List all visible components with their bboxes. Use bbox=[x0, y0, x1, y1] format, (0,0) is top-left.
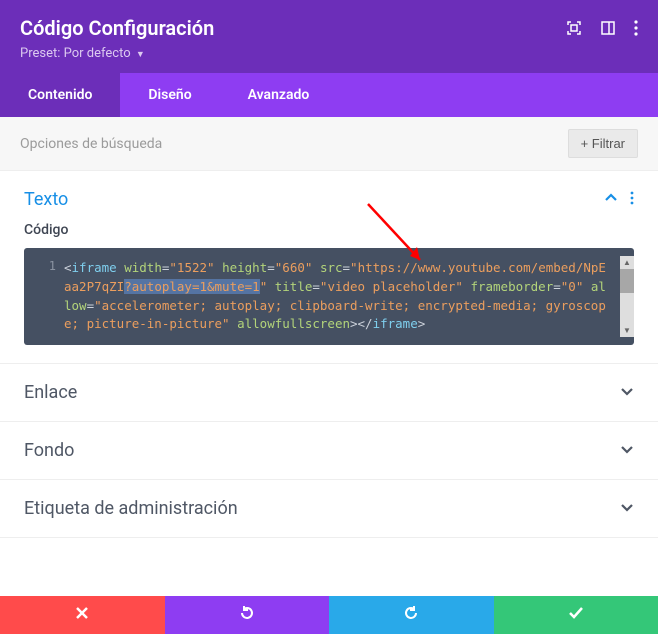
field-label-code: Código bbox=[24, 222, 634, 238]
preset-selector[interactable]: Preset: Por defecto ▼ bbox=[20, 46, 214, 61]
tabs: Contenido Diseño Avanzado bbox=[0, 73, 658, 117]
tab-content[interactable]: Contenido bbox=[0, 73, 120, 117]
header: Código Configuración Preset: Por defecto… bbox=[0, 0, 658, 73]
footer-actions bbox=[0, 596, 658, 634]
code-content[interactable]: <iframe width="1522" height="660" src="h… bbox=[56, 256, 620, 337]
check-icon bbox=[568, 605, 584, 625]
section-title-link[interactable]: Enlace bbox=[24, 382, 77, 403]
section-title-admin-label[interactable]: Etiqueta de administración bbox=[24, 498, 238, 519]
scroll-thumb[interactable] bbox=[620, 269, 634, 293]
redo-button[interactable] bbox=[329, 596, 494, 634]
search-input[interactable]: Opciones de búsqueda bbox=[20, 136, 162, 152]
section-title-text[interactable]: Texto bbox=[24, 189, 68, 210]
fullscreen-icon[interactable] bbox=[566, 20, 582, 36]
cancel-button[interactable] bbox=[0, 596, 165, 634]
plus-icon: + bbox=[581, 136, 589, 151]
section-background: Fondo bbox=[0, 422, 658, 480]
tab-advanced[interactable]: Avanzado bbox=[220, 73, 338, 117]
layout-icon[interactable] bbox=[600, 20, 616, 36]
panel-title: Código Configuración bbox=[20, 16, 214, 40]
kebab-menu-icon[interactable] bbox=[634, 20, 638, 36]
caret-down-icon: ▼ bbox=[136, 50, 145, 60]
section-admin-label: Etiqueta de administración bbox=[0, 480, 658, 538]
search-row: Opciones de búsqueda + Filtrar bbox=[0, 117, 658, 171]
scroll-up-icon[interactable]: ▲ bbox=[620, 256, 634, 269]
tab-design[interactable]: Diseño bbox=[120, 73, 219, 117]
chevron-down-icon[interactable] bbox=[620, 442, 634, 460]
scrollbar-vertical[interactable]: ▲ ▼ bbox=[620, 256, 634, 337]
redo-icon bbox=[403, 605, 419, 625]
section-link: Enlace bbox=[0, 364, 658, 422]
section-text: Texto Código 1 <iframe width="1522" heig… bbox=[0, 171, 658, 364]
close-icon bbox=[75, 606, 89, 624]
save-button[interactable] bbox=[494, 596, 658, 634]
chevron-down-icon[interactable] bbox=[620, 384, 634, 402]
chevron-up-icon[interactable] bbox=[604, 191, 618, 209]
undo-button[interactable] bbox=[165, 596, 330, 634]
section-menu-icon[interactable] bbox=[630, 190, 634, 209]
line-number: 1 bbox=[38, 256, 56, 337]
chevron-down-icon[interactable] bbox=[620, 500, 634, 518]
code-editor[interactable]: 1 <iframe width="1522" height="660" src=… bbox=[24, 248, 634, 345]
undo-icon bbox=[239, 605, 255, 625]
filter-button[interactable]: + Filtrar bbox=[568, 129, 638, 158]
scroll-down-icon[interactable]: ▼ bbox=[620, 324, 634, 337]
section-title-background[interactable]: Fondo bbox=[24, 440, 74, 461]
